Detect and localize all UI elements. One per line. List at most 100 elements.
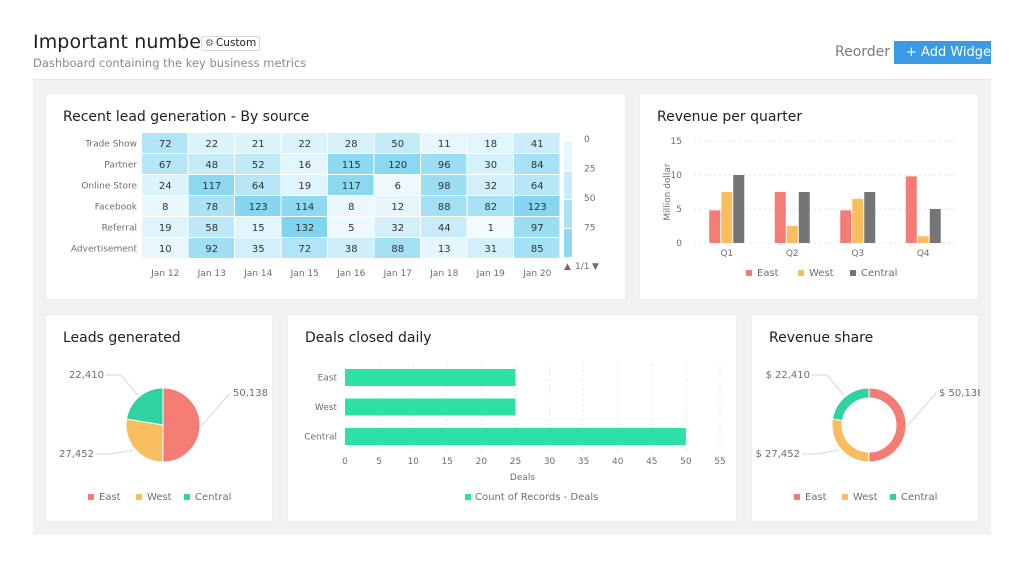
leader-line — [106, 374, 139, 396]
deals-bar-chart: 0 5 10 15 20 25 30 35 40 45 50 55 East West Central Dea… — [304, 364, 726, 503]
heatmap-column-label: Jan 15 — [290, 269, 319, 279]
heatmap-row-label: Online Store — [81, 182, 137, 192]
heatmap-cell-value: 123 — [249, 202, 268, 213]
bar-east — [840, 210, 852, 243]
slice-value-label: $ 50,138 — [939, 388, 980, 399]
heatmap-cell-value: 72 — [298, 244, 311, 255]
x-tick-label: 20 — [476, 457, 488, 467]
legend-label: West — [853, 492, 878, 503]
legend-label: Central — [195, 492, 231, 503]
heatmap-cell-value: 22 — [205, 139, 218, 150]
x-tick-label: Q2 — [786, 249, 799, 259]
widget-deals-closed-daily[interactable]: Deals closed daily 0 5 10 15 20 25 30 35 40 45 50 5… — [287, 314, 737, 522]
heatmap-column-label: Jan 14 — [243, 269, 272, 279]
x-tick-label: Q1 — [720, 249, 733, 259]
heatmap-cell-value: 21 — [252, 139, 265, 150]
slice-east — [868, 387, 907, 463]
heatmap-cell-value: 58 — [205, 223, 218, 234]
widget-revenue-share[interactable]: Revenue share $ 50,138 $ 27,452 $ 22,410 Ea… — [751, 314, 980, 522]
slice-value-label: $ 27,452 — [755, 449, 800, 460]
dashboard-header: Important numbers ⚙ Custom Dashboard con… — [0, 0, 1024, 80]
legend-swatch — [890, 494, 896, 500]
legend-label: East — [805, 492, 827, 503]
widget-leads-generated[interactable]: Leads generated 50,138 27,452 22,410 East We… — [45, 314, 273, 522]
heatmap-cell-value: 5 — [348, 223, 354, 234]
legend-label: West — [809, 268, 834, 279]
heatmap-row-label: Referral — [102, 224, 137, 234]
heatmap-column-label: Jan 16 — [336, 269, 365, 279]
bar-central — [929, 209, 941, 243]
slice-central — [125, 387, 164, 426]
y-axis-label: Million dollar — [663, 163, 673, 221]
heatmap-cell-value: 96 — [438, 160, 451, 171]
bar-west — [852, 198, 864, 243]
legend-label: Central — [901, 492, 937, 503]
slice-value-label: 50,138 — [233, 388, 268, 399]
slice-central — [831, 387, 870, 422]
legend-page-up-icon[interactable]: ▲ — [564, 262, 571, 272]
legend-swatch — [465, 494, 471, 500]
heatmap-cell-value: 92 — [205, 244, 218, 255]
widget-revenue-per-quarter[interactable]: Revenue per quarter 0 5 10 15 Million dollar… — [639, 93, 979, 300]
heatmap-legend-tick: 25 — [584, 165, 595, 175]
custom-chip-label: Custom — [215, 37, 257, 49]
heatmap-cell-value: 52 — [252, 160, 265, 171]
heatmap-legend-tick: 0 — [584, 135, 590, 145]
x-tick-label: 35 — [578, 457, 589, 467]
y-tick-label: 0 — [676, 239, 682, 249]
x-tick-label: 25 — [510, 457, 521, 467]
bar-east — [709, 210, 721, 243]
heatmap-cell-value: 117 — [202, 181, 221, 192]
x-tick-label: 40 — [612, 457, 624, 467]
heatmap-cell-value: 84 — [531, 160, 544, 171]
widget-lead-generation-by-source[interactable]: Recent lead generation - By source Trade… — [45, 93, 626, 300]
x-tick-label: 55 — [714, 457, 725, 467]
custom-chip[interactable]: ⚙ Custom — [201, 36, 261, 51]
heatmap-cell-value: 132 — [295, 223, 314, 234]
slice-west — [831, 418, 870, 463]
legend-page-indicator: 1/1 — [575, 262, 589, 272]
heatmap-row-label: Advertisement — [71, 245, 138, 255]
x-tick-label: Q4 — [917, 249, 930, 259]
bar-west — [917, 236, 929, 243]
legend-label: Count of Records - Deals — [475, 492, 598, 503]
heatmap-legend-swatch — [564, 171, 572, 199]
bar-west — [345, 398, 516, 416]
y-tick-label: Central — [304, 433, 337, 443]
heatmap-cell-value: 117 — [342, 181, 361, 192]
revenue-bar-chart: 051015Million dollarQ1 Q2 Q3 Q4East West Cent… — [663, 137, 956, 279]
heatmap-cell-value: 115 — [342, 160, 361, 171]
add-widget-button[interactable]: + Add Widget — [894, 41, 991, 64]
x-tick-label: 15 — [442, 457, 453, 467]
reorder-button[interactable]: Reorder — [835, 44, 890, 60]
heatmap-cell-value: 78 — [205, 202, 218, 213]
heatmap-legend-swatch — [564, 142, 572, 170]
heatmap-cell-value: 44 — [438, 223, 451, 234]
heatmap-cell-value: 67 — [159, 160, 172, 171]
slice-east — [162, 387, 201, 463]
heatmap-column-label: Jan 17 — [383, 269, 412, 279]
legend-label: East — [757, 268, 779, 279]
heatmap-cell-value: 72 — [159, 139, 172, 150]
y-tick-label: West — [315, 403, 338, 413]
leader-line — [96, 449, 134, 455]
legend-page-down-icon[interactable]: ▼ — [592, 262, 599, 272]
x-tick-label: 10 — [407, 457, 419, 467]
leader-line — [907, 392, 937, 426]
heatmap-column-label: Jan 18 — [429, 269, 458, 279]
heatmap-row-label: Facebook — [95, 203, 138, 213]
leader-line — [201, 392, 231, 426]
legend-label: East — [99, 492, 121, 503]
heatmap-cell-value: 88 — [391, 244, 404, 255]
legend-swatch — [798, 270, 804, 276]
heatmap-cell-value: 31 — [484, 244, 497, 255]
slice-west — [125, 418, 164, 463]
revenue-donut-chart: $ 50,138 $ 27,452 $ 22,410 East West Central — [755, 370, 980, 503]
legend-swatch — [794, 494, 800, 500]
heatmap-cell-value: 41 — [531, 139, 544, 150]
bar-east — [774, 192, 786, 243]
bar-central — [864, 192, 876, 243]
heatmap-legend-tick: 75 — [584, 224, 595, 234]
heatmap-cell-value: 30 — [484, 160, 497, 171]
x-tick-label: 45 — [646, 457, 657, 467]
